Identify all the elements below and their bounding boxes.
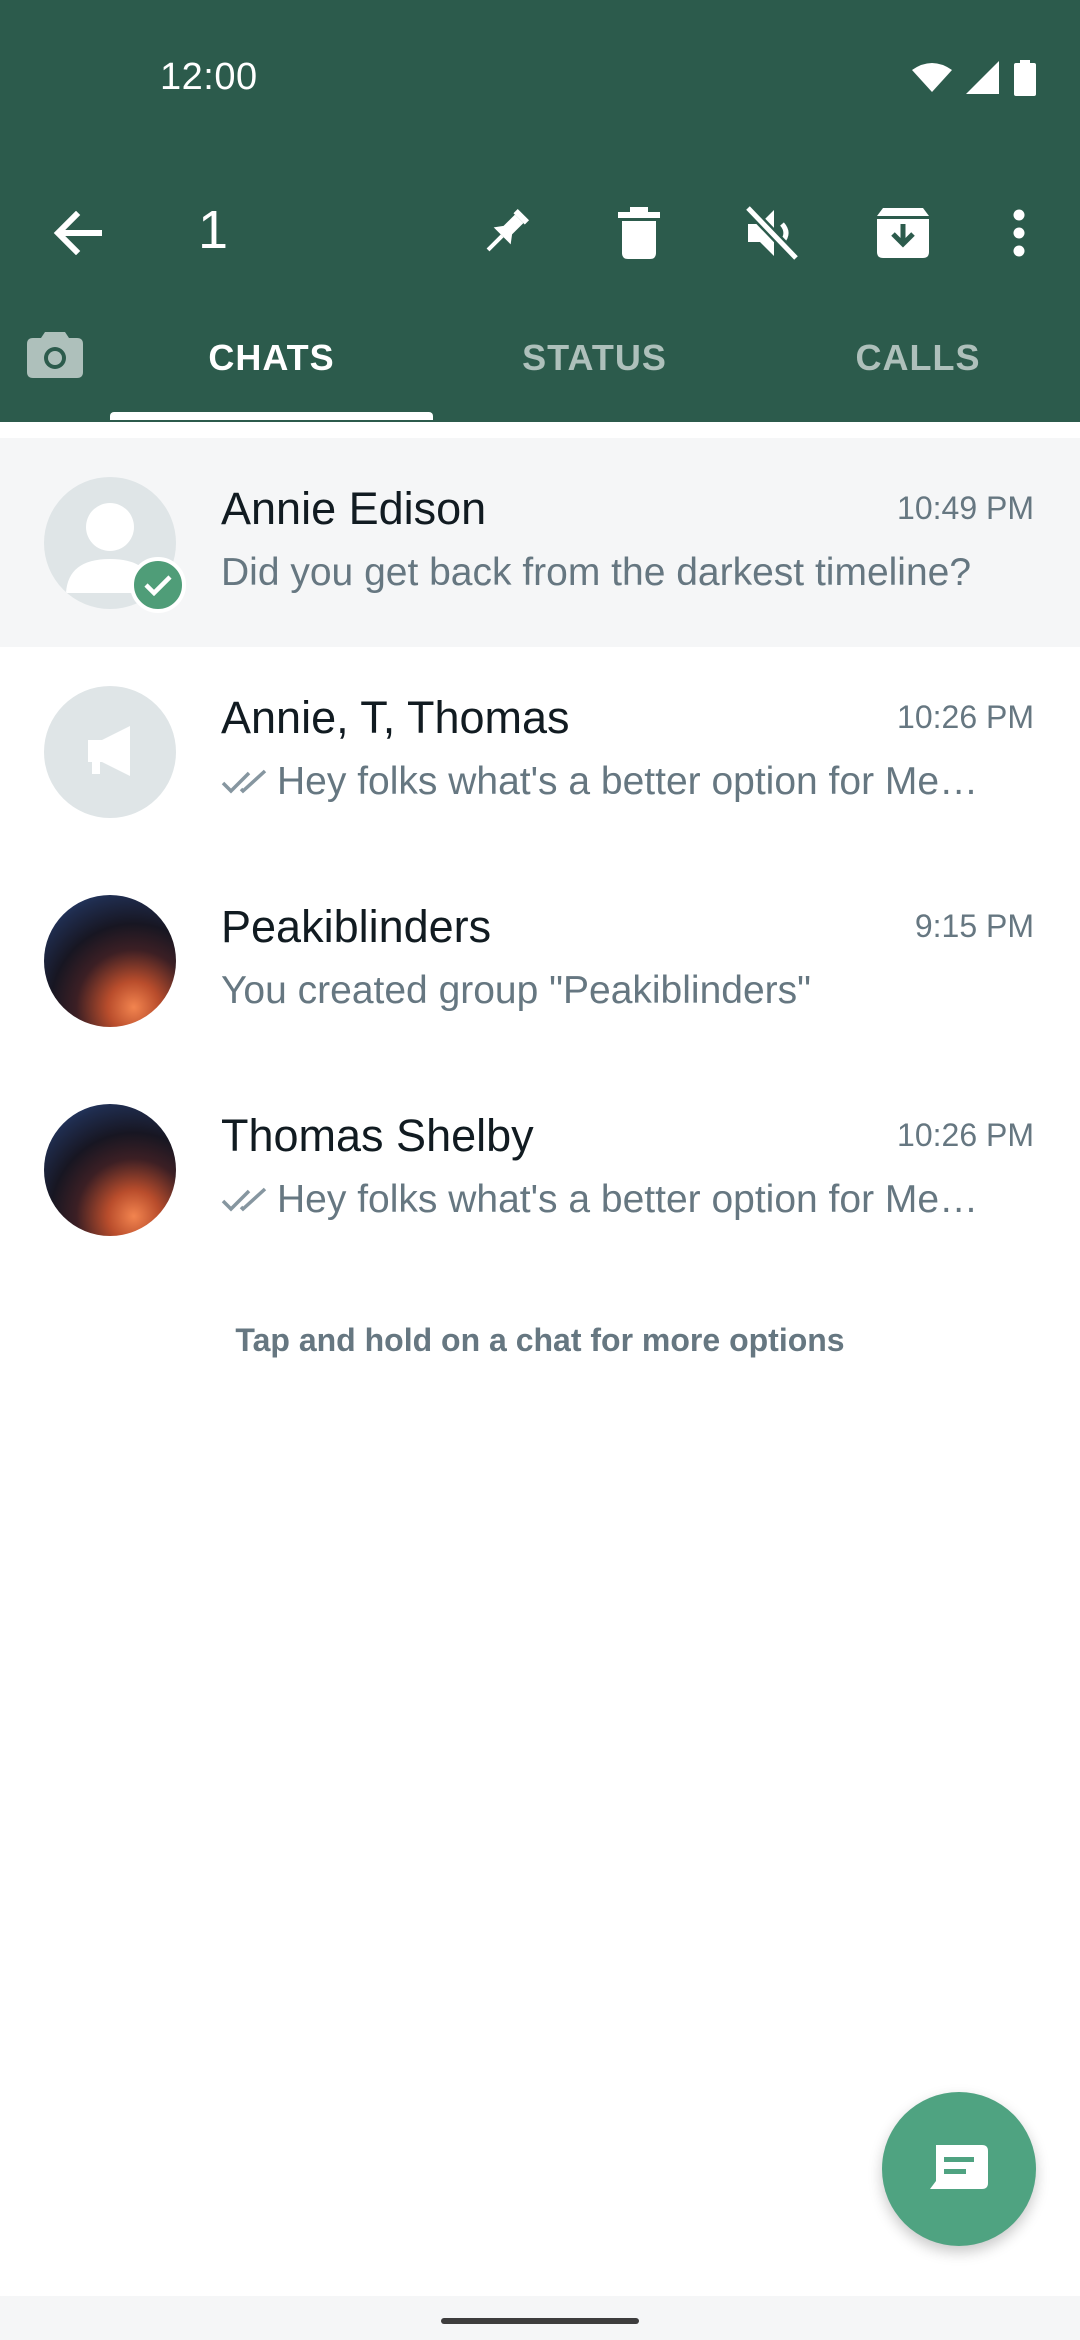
avatar bbox=[44, 1104, 176, 1236]
signal-icon bbox=[966, 61, 1000, 100]
selected-count: 1 bbox=[198, 200, 229, 260]
chat-row-thomas-shelby[interactable]: Thomas Shelby 10:26 PM Hey folks what's … bbox=[0, 1065, 1080, 1274]
camera-icon bbox=[27, 332, 83, 383]
tab-bar: CHATS STATUS CALLS bbox=[0, 305, 1080, 422]
app-screen: 12:00 1 CHATS STATUS CALLS Annie Edison … bbox=[0, 0, 1080, 2340]
chat-row-annie-t-thomas[interactable]: Annie, T, Thomas 10:26 PM Hey folks what… bbox=[0, 647, 1080, 856]
chat-time: 10:26 PM bbox=[897, 1117, 1034, 1153]
wifi-icon bbox=[912, 62, 952, 99]
more-options-button[interactable] bbox=[964, 180, 1074, 290]
chat-name: Annie Edison bbox=[221, 483, 487, 534]
mute-icon bbox=[742, 204, 800, 267]
back-button[interactable] bbox=[22, 180, 132, 290]
delete-icon bbox=[618, 206, 660, 264]
avatar bbox=[44, 686, 176, 818]
app-header: 12:00 1 CHATS STATUS CALLS bbox=[0, 0, 1080, 422]
active-tab-indicator bbox=[110, 412, 433, 420]
chat-message-text: Did you get back from the darkest timeli… bbox=[221, 551, 972, 594]
mute-chat-button[interactable] bbox=[716, 180, 826, 290]
chat-message-text: Hey folks what's a better option for Me… bbox=[277, 760, 979, 803]
avatar-image bbox=[44, 686, 176, 818]
tab-camera[interactable] bbox=[0, 305, 110, 410]
archive-icon bbox=[877, 207, 929, 263]
chat-last-message: You created group "Peakiblinders" bbox=[221, 969, 1011, 1013]
chat-time: 10:26 PM bbox=[897, 699, 1034, 735]
chat-list: Annie Edison 10:49 PM Did you get back f… bbox=[0, 438, 1080, 1274]
battery-icon bbox=[1014, 60, 1036, 101]
chat-name: Annie, T, Thomas bbox=[221, 692, 570, 743]
selected-check-icon bbox=[130, 557, 186, 613]
status-icons bbox=[912, 60, 1036, 101]
avatar bbox=[44, 895, 176, 1027]
chat-time: 9:15 PM bbox=[914, 908, 1034, 944]
long-press-hint: Tap and hold on a chat for more options bbox=[235, 1322, 845, 1358]
system-navigation-bar bbox=[0, 2296, 1080, 2340]
tab-calls[interactable]: CALLS bbox=[756, 305, 1080, 410]
avatar bbox=[44, 477, 186, 613]
status-time: 12:00 bbox=[160, 56, 258, 98]
chat-name: Peakiblinders bbox=[221, 901, 492, 952]
contact-photo-avatar bbox=[44, 1104, 176, 1236]
new-chat-icon bbox=[930, 2144, 988, 2194]
broadcast-megaphone-icon bbox=[80, 720, 140, 785]
chat-time: 10:49 PM bbox=[897, 490, 1034, 526]
double-check-icon bbox=[221, 769, 269, 795]
chat-row-annie-edison[interactable]: Annie Edison 10:49 PM Did you get back f… bbox=[0, 438, 1080, 647]
home-gesture-handle[interactable] bbox=[441, 2318, 639, 2324]
archive-chat-button[interactable] bbox=[848, 180, 958, 290]
pin-icon bbox=[477, 205, 533, 266]
delete-chat-button[interactable] bbox=[584, 180, 694, 290]
chat-last-message: Hey folks what's a better option for Me… bbox=[221, 760, 1011, 804]
selection-action-bar: 1 bbox=[0, 165, 1080, 305]
chat-row-peakiblinders[interactable]: Peakiblinders 9:15 PM You created group … bbox=[0, 856, 1080, 1065]
pin-chat-button[interactable] bbox=[450, 180, 560, 290]
tab-status[interactable]: STATUS bbox=[433, 305, 756, 410]
double-check-icon bbox=[221, 1187, 269, 1213]
chat-name: Thomas Shelby bbox=[221, 1110, 534, 1161]
status-bar: 12:00 bbox=[0, 0, 1080, 165]
chat-last-message: Hey folks what's a better option for Me… bbox=[221, 1178, 1011, 1222]
chat-message-text: You created group "Peakiblinders" bbox=[221, 969, 811, 1012]
new-chat-button[interactable] bbox=[882, 2092, 1036, 2246]
more-options-icon bbox=[1012, 209, 1026, 262]
chat-message-text: Hey folks what's a better option for Me… bbox=[277, 1178, 979, 1221]
chat-last-message: Did you get back from the darkest timeli… bbox=[221, 551, 1011, 595]
back-arrow-icon bbox=[52, 210, 103, 260]
group-photo-avatar bbox=[44, 895, 176, 1027]
tab-chats[interactable]: CHATS bbox=[110, 305, 433, 410]
